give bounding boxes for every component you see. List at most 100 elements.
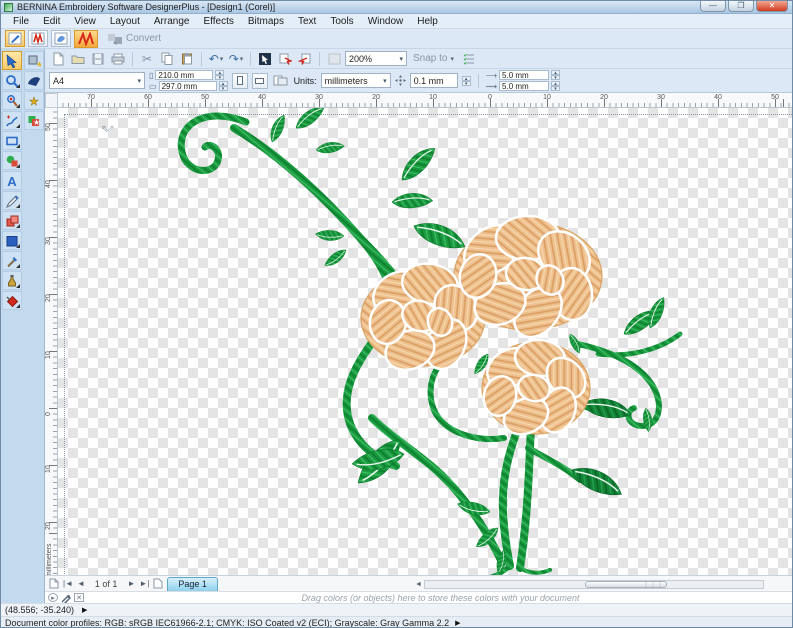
landscape-button[interactable] — [252, 73, 268, 89]
copy-button[interactable] — [158, 50, 176, 67]
zoom-level-combo[interactable]: 200% ▾ — [345, 51, 407, 66]
units-combo[interactable]: millimeters ▾ — [321, 73, 391, 88]
print-button[interactable] — [109, 50, 127, 67]
stitch-view-mode-button[interactable] — [51, 30, 71, 47]
scroll-left-icon[interactable]: ◄ — [415, 581, 422, 588]
h-ruler-label: 10 — [429, 94, 437, 101]
embroidery-canvas-mode-button[interactable] — [28, 30, 48, 47]
h-ruler-label: 10 — [543, 94, 551, 101]
eyedropper-tool[interactable] — [2, 251, 22, 270]
scrollbar-thumb[interactable]: ⋮⋮⋮ — [585, 581, 667, 588]
duplicate-y-field[interactable]: 5.0 mm — [499, 81, 549, 91]
save-button[interactable] — [89, 50, 107, 67]
import-artwork-button[interactable] — [276, 50, 294, 67]
artwork-canvas-mode-button[interactable] — [5, 30, 25, 47]
ink-bottle-tool[interactable] — [2, 271, 22, 290]
nudge-spinner[interactable]: ▴▾ — [462, 76, 471, 86]
svg-text:★: ★ — [36, 60, 41, 68]
freehand-tool[interactable] — [2, 111, 22, 130]
object-star-tool[interactable]: ★ — [24, 111, 44, 130]
page-width-field[interactable]: 210.0 mm — [155, 70, 213, 80]
last-page-button[interactable]: ►| — [139, 579, 149, 588]
close-button[interactable]: ✕ — [756, 1, 788, 12]
pen-tool[interactable] — [2, 191, 22, 210]
page-tab[interactable]: Page 1 — [167, 577, 218, 591]
nudge-field[interactable]: 0.1 mm — [410, 73, 458, 88]
zoom-object-tool-icon — [5, 94, 19, 108]
no-color-swatch-icon[interactable]: ✕ — [74, 593, 84, 602]
text-tool[interactable]: A — [2, 171, 22, 190]
redo-dropdown-icon[interactable]: ▾ — [240, 55, 244, 63]
convert-button[interactable]: Convert — [101, 31, 167, 46]
scrollbar-track[interactable]: ⋮⋮⋮ — [424, 580, 764, 589]
transform-tool[interactable]: ★ — [24, 51, 44, 70]
fill-color-tool-icon — [5, 294, 19, 308]
page-width-spinner[interactable]: ▴▾ — [215, 70, 224, 80]
page-height-field[interactable]: 297.0 mm — [159, 81, 217, 91]
horizontal-scrollbar[interactable]: ◄ ⋮⋮⋮ — [415, 579, 785, 589]
zoom-tool[interactable] — [2, 71, 22, 90]
undo-button[interactable]: ↶▾ — [207, 50, 225, 67]
pick-tool[interactable] — [2, 51, 22, 70]
page-height-spinner[interactable]: ▴▾ — [219, 81, 228, 91]
menu-bitmaps[interactable]: Bitmaps — [242, 15, 290, 28]
star-shape-tool[interactable]: ★ — [24, 91, 44, 110]
menu-file[interactable]: File — [7, 15, 35, 28]
export-artwork-button[interactable] — [296, 50, 314, 67]
menu-arrange[interactable]: Arrange — [148, 15, 196, 28]
page-settings-button[interactable] — [272, 72, 290, 89]
snap-to-dropdown[interactable]: Snap to ▾ — [409, 53, 458, 64]
nudge-value: 0.1 mm — [414, 76, 444, 86]
menu-help[interactable]: Help — [411, 15, 444, 28]
stitch-player-button[interactable] — [74, 30, 98, 48]
menu-tools[interactable]: Tools — [324, 15, 359, 28]
star-shape-tool-icon: ★ — [27, 94, 41, 108]
snap-options-button[interactable] — [460, 50, 478, 67]
new-button[interactable] — [49, 50, 67, 67]
first-page-button[interactable]: |◄ — [63, 579, 73, 588]
svg-text:★: ★ — [33, 118, 40, 127]
pan-button[interactable] — [325, 50, 343, 67]
profiles-expand-icon[interactable]: ▶ — [455, 619, 460, 627]
duplicate-y-spinner[interactable]: ▴▾ — [551, 81, 560, 91]
h-ruler-label: 20 — [372, 94, 380, 101]
shapes-tool[interactable] — [2, 151, 22, 170]
menu-edit[interactable]: Edit — [37, 15, 66, 28]
rectangle-tool[interactable] — [2, 131, 22, 150]
duplicate-x-field[interactable]: 5.0 mm — [499, 70, 549, 80]
object-star-tool-icon: ★ — [27, 114, 41, 128]
palette-flyout-button[interactable]: ▸ — [48, 593, 58, 602]
menu-text[interactable]: Text — [292, 15, 322, 28]
smart-drawing-tool[interactable] — [24, 71, 44, 90]
previous-page-button[interactable]: ◄ — [77, 579, 85, 588]
undo-dropdown-icon[interactable]: ▾ — [220, 55, 224, 63]
menu-layout[interactable]: Layout — [104, 15, 146, 28]
redo-button[interactable]: ↷▾ — [227, 50, 245, 67]
open-folder-icon — [71, 53, 85, 65]
restore-button[interactable]: ❐ — [728, 1, 754, 12]
menu-effects[interactable]: Effects — [197, 15, 239, 28]
page-preset-combo[interactable]: A4 ▾ — [49, 72, 145, 89]
paste-button[interactable] — [178, 50, 196, 67]
next-page-button[interactable]: ► — [127, 579, 135, 588]
property-bar: A4 ▾ ▯ 210.0 mm ▴▾ ▭ 297.0 mm ▴▾ Units: … — [45, 69, 793, 93]
design-canvas[interactable]: ⇖⁺ — [58, 108, 793, 575]
portrait-button[interactable] — [232, 73, 248, 89]
add-page-icon[interactable] — [49, 578, 59, 589]
cut-button[interactable]: ✂ — [138, 50, 156, 67]
palette-picker-icon[interactable] — [61, 593, 71, 603]
menu-window[interactable]: Window — [362, 15, 410, 28]
export-artwork-icon — [298, 52, 312, 65]
zoom-object-tool[interactable] — [2, 91, 22, 110]
fill-color-tool[interactable] — [2, 291, 22, 310]
embroidery-canvas-icon — [31, 32, 45, 45]
design-wizard-button[interactable] — [256, 50, 274, 67]
open-button[interactable] — [69, 50, 87, 67]
duplicate-tool[interactable] — [2, 211, 22, 230]
duplicate-x-spinner[interactable]: ▴▾ — [551, 70, 560, 80]
coordinates-expand-icon[interactable]: ▶ — [82, 606, 87, 614]
page-preset-value: A4 — [53, 76, 64, 86]
menu-view[interactable]: View — [68, 15, 102, 28]
fill-square-tool[interactable] — [2, 231, 22, 250]
minimize-button[interactable]: — — [700, 1, 726, 12]
